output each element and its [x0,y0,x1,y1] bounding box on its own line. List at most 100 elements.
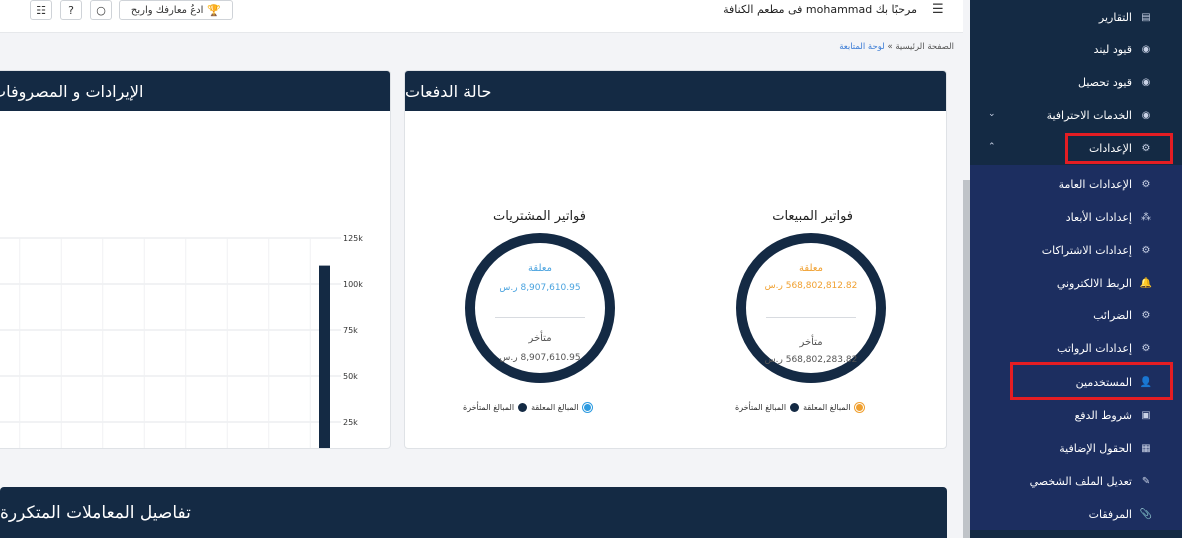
purchases-overdue-label: متأخر [528,333,552,344]
settings-submenu-item[interactable]: ▣ شروط الدفع [1074,405,1152,425]
purchases-donut-chart: معلقة 8,907,610.95 ر.س متأخر 8,907,610.9… [465,233,615,383]
settings-submenu-item[interactable]: ⁂ إعدادات الأبعاد [1066,207,1152,227]
breadcrumb-home[interactable]: الصفحة الرئيسية [895,42,954,52]
chevron-up-icon[interactable]: ⌃ [988,142,996,152]
revenue-card-header: الإيرادات و المصروفات [0,71,390,111]
greeting-text: مرحبًا بك mohammad فى مطعم الكنافة [723,3,917,16]
sidebar-item-label: الخدمات الاحترافية [1046,108,1132,122]
settings-submenu-item[interactable]: ▦ الحقول الإضافية [1059,438,1152,458]
payments-card-header: حالة الدفعات [405,71,946,111]
sidebar-item-label: قيود تحصيل [1077,75,1132,89]
settings-highlight-box [1065,133,1173,164]
menu-icon[interactable]: ☰ [932,2,944,17]
gear-icon: ⚙ [1141,178,1151,190]
settings-submenu-item[interactable]: ⚙ الضرائب [1093,305,1152,325]
sales-invoices-title: فواتير المبيعات [772,209,853,224]
sales-overdue-label: متأخر [799,337,823,348]
gear-icon: ⚙ [1141,244,1151,256]
breadcrumb-current[interactable]: لوحة المتابعة [839,42,885,52]
submenu-item-label: الإعدادات العامة [1058,177,1132,191]
submenu-item-label: إعدادات الاشتراكات [1041,243,1132,257]
sales-donut-chart: معلقة 568,802,812.82 ر.س متأخر 568,802,2… [736,233,886,383]
sidebar-item-label: قيود ليند [1093,42,1132,56]
submenu-item-label: إعدادات الأبعاد [1065,210,1132,224]
sidebar-item-label: التقارير [1098,10,1132,24]
purchases-divider [495,317,585,318]
sidebar-item[interactable]: ◉ الخدمات الاحترافية [1047,105,1152,125]
invite-button[interactable]: 🏆 ادعُ معارفك واربح [119,0,233,20]
sidebar-item[interactable]: ◉ قيود ليند [1094,39,1152,59]
sales-divider [766,317,856,318]
bar-expenses[interactable] [319,265,330,449]
gear-icon: ⚙ [1141,342,1151,354]
chat-icon[interactable]: ○ [90,0,112,20]
users-highlight-box [1010,362,1173,400]
chevron-down-icon[interactable]: ⌄ [988,109,996,119]
settings-submenu-item[interactable]: ✎ تعديل الملف الشخصي [1030,471,1152,491]
legend-overdue[interactable]: المبالغ المتأخرة [735,403,786,412]
sales-overdue-value: 568,802,283.82 ر.س [764,355,858,365]
sales-pending-value: 568,802,812.82 ر.س [764,281,858,291]
submenu-item-label: شروط الدفع [1074,408,1132,422]
overdue-dot-icon [790,403,800,412]
y-tick-label: 25k [343,418,358,427]
submenu-item-label: الضرائب [1093,308,1132,322]
sidebar-item[interactable]: ▤ التقارير [1099,7,1152,27]
revenue-expenses-card: الإيرادات و المصروفات 0k 25k 50k 75k 100k 125… [0,70,391,449]
bell-icon: 🔔 [1139,277,1153,289]
settings-submenu-item[interactable]: ⚙ إعدادات الاشتراكات [1042,240,1152,260]
legend-pending[interactable]: المبالغ المعلقة [803,403,851,412]
paperclip-icon: 📎 [1139,508,1153,520]
submenu-item-label: تعديل الملف الشخصي [1029,474,1132,488]
purchases-invoices-title: فواتير المشتريات [493,209,586,224]
breadcrumb: الصفحة الرئيسية » لوحة المتابعة [839,42,954,52]
y-tick-label: 50k [343,372,358,381]
gear-icon: ⚙ [1141,309,1151,321]
invite-label: ادعُ معارفك واربح [130,4,204,16]
collection-icon: ◉ [1141,76,1151,88]
overdue-dot-icon [518,403,528,412]
purchases-overdue-value: 8,907,610.95 ر.س [499,353,581,363]
y-tick-label: 100k [343,280,363,289]
breadcrumb-separator: » [887,42,893,52]
purchases-pending-label: معلقة [528,263,552,274]
page-scrollbar[interactable] [963,180,970,538]
submenu-item-label: الربط الالكتروني [1056,276,1132,290]
legend-overdue[interactable]: المبالغ المتأخرة [463,403,514,412]
dimension-icon: ⁂ [1141,211,1151,223]
help-icon[interactable]: ? [60,0,82,20]
sidebar: ▤ التقارير ◉ قيود ليند ◉ قيود تحصيل ◉ الخدمات ا… [970,0,1182,538]
sales-pending-label: معلقة [799,263,823,274]
payments-status-card: حالة الدفعات فواتير المبيعات معلقة 568,8… [404,70,947,449]
payment-terms-icon: ▣ [1141,409,1151,421]
lead-icon: ◉ [1141,43,1151,55]
top-bar: ☷ ? ○ 🏆 ادعُ معارفك واربح مرحبًا بك moha… [0,0,963,33]
purchases-legend: المبالغ المعلقة المبالغ المتأخرة [463,403,592,412]
payments-card-title: حالة الدفعات [405,81,492,101]
trophy-icon: 🏆 [207,3,222,17]
settings-submenu-item[interactable]: ⚙ الإعدادات العامة [1059,174,1152,194]
legend-pending[interactable]: المبالغ المعلقة [531,403,579,412]
sidebar-footer [970,530,1182,538]
sidebar-item[interactable]: ◉ قيود تحصيل [1078,72,1152,92]
pending-dot-icon [582,403,592,412]
revenue-expenses-bar-chart: 0k25k50k75k100k125kJanFebMarAprMayJunJul… [0,234,363,449]
revenue-card-title: الإيرادات و المصروفات [0,81,144,101]
settings-submenu-item[interactable]: 🔔 الربط الالكتروني [1057,273,1152,293]
y-tick-label: 75k [343,326,358,335]
service-icon: ◉ [1141,109,1151,121]
report-icon: ▤ [1141,11,1151,23]
y-tick-label: 125k [343,234,363,243]
checklist-icon[interactable]: ☷ [30,0,52,20]
purchases-pending-value: 8,907,610.95 ر.س [499,283,581,293]
sales-legend: المبالغ المعلقة المبالغ المتأخرة [735,403,864,412]
recurring-card-title: تفاصيل المعاملات المتكررة [0,502,191,523]
fields-icon: ▦ [1141,442,1151,454]
settings-submenu-item[interactable]: ⚙ إعدادات الرواتب [1057,338,1152,358]
pencil-icon: ✎ [1141,475,1151,487]
recurring-transactions-card: تفاصيل المعاملات المتكررة [0,487,947,538]
submenu-item-label: الحقول الإضافية [1059,441,1132,455]
settings-submenu-item[interactable]: 📎 المرفقات [1088,504,1153,524]
submenu-item-label: المرفقات [1088,507,1132,521]
pending-dot-icon [854,403,864,412]
